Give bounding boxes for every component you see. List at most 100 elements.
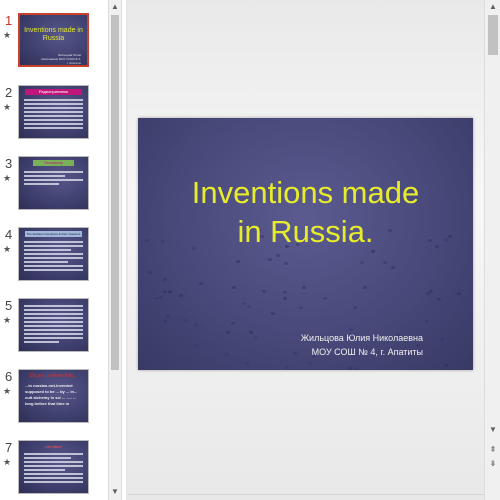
thumbnail-header: Do you believe that... (30, 373, 77, 379)
powerpoint-editor: 1 ★ Inventions made in Russia Жильцова Ю… (0, 0, 500, 500)
slide-preview: Телевизор (18, 156, 89, 210)
background-dot (230, 322, 235, 326)
scroll-up-arrow-icon[interactable]: ▲ (109, 1, 121, 13)
animation-star-icon: ★ (3, 30, 12, 40)
slide-title-line-2: in Russia. (237, 214, 374, 249)
thumbnail-header: Телевизор (33, 160, 74, 166)
scrollbar-thumb[interactable] (111, 15, 119, 370)
thumbnail-subtitle: Жильцова Юлия Николаевна МОУ СОШ № 4, г.… (41, 53, 81, 65)
background-dot (285, 365, 290, 369)
slide-number: 1 (5, 13, 13, 28)
thumbnail-title: Inventions made in Russia (24, 27, 83, 42)
animation-star-icon: ★ (3, 173, 12, 183)
background-dot (182, 319, 187, 323)
slide-thumbnail-1[interactable]: 1 ★ Inventions made in Russia Жильцова Ю… (0, 13, 108, 75)
background-dot (247, 304, 252, 308)
background-dot (254, 336, 259, 340)
scroll-down-arrow-icon[interactable]: ▼ (487, 424, 499, 436)
background-dot (282, 291, 287, 295)
background-dot (267, 258, 272, 262)
slide-thumbnail-6[interactable]: 6 ★ Do you believe that... ...in russian… (0, 369, 108, 431)
slide-preview (18, 298, 89, 352)
background-dot (231, 285, 236, 289)
background-dot (362, 285, 367, 289)
animation-star-icon: ★ (3, 386, 12, 396)
slide-number: 5 (5, 298, 13, 313)
scroll-down-arrow-icon[interactable]: ▼ (109, 486, 121, 498)
slide-subtitle[interactable]: Жильцова Юлия Николаевна МОУ СОШ № 4, г.… (301, 331, 423, 359)
scrollbar-thumb[interactable] (488, 15, 498, 55)
background-dot (282, 297, 287, 301)
slide-number: 3 (5, 156, 13, 171)
background-dot (241, 301, 246, 305)
slide-thumbnail-2[interactable]: 2 ★ Радиоприемник (0, 85, 108, 147)
background-dot (355, 366, 360, 370)
animation-star-icon: ★ (3, 102, 12, 112)
thumbnail-pane-scrollbar[interactable]: ▲ ▼ (108, 0, 122, 500)
slide-thumbnail-4[interactable]: 4 ★ The Russian inventions & their inven… (0, 227, 108, 289)
background-dot (323, 296, 328, 300)
background-dot (383, 261, 388, 265)
background-dot (162, 289, 167, 293)
background-dot (167, 289, 172, 293)
thumbnail-header: Literature (45, 444, 62, 449)
slide-number: 7 (5, 440, 13, 455)
background-dot (179, 293, 184, 297)
background-dot (193, 322, 198, 326)
background-dot (245, 361, 250, 365)
slide-preview: Inventions made in Russia Жильцова Юлия … (18, 13, 89, 67)
background-dot (347, 366, 352, 370)
scroll-up-arrow-icon[interactable]: ▲ (487, 1, 499, 13)
background-dot (235, 260, 240, 264)
slide-title-line-1: Inventions made (191, 175, 420, 210)
slide-preview: Радиоприемник (18, 85, 89, 139)
background-dot (439, 338, 444, 342)
background-dot (226, 331, 231, 335)
thumbnail-text-lines (24, 453, 83, 485)
background-dot (284, 262, 289, 266)
background-dot (198, 282, 203, 286)
background-dot (390, 265, 395, 269)
background-dot (163, 278, 168, 282)
background-dot (429, 290, 434, 294)
animation-star-icon: ★ (3, 244, 12, 254)
slide-thumbnail-3[interactable]: 3 ★ Телевизор (0, 156, 108, 218)
current-slide[interactable]: Inventions made in Russia. Жильцова Юлия… (138, 118, 473, 370)
background-dot (359, 260, 364, 264)
background-dot (353, 305, 358, 309)
school-name: МОУ СОШ № 4, г. Апатиты (311, 347, 423, 357)
background-dot (302, 286, 307, 290)
previous-slide-icon[interactable]: ⇞ (487, 444, 499, 456)
slide-number: 2 (5, 85, 13, 100)
notes-divider (128, 494, 484, 495)
background-dot (262, 289, 267, 293)
thumbnail-text-lines (24, 241, 83, 273)
author-name: Жильцова Юлия Николаевна (300, 333, 423, 343)
background-dot (159, 296, 164, 300)
background-dot (147, 270, 152, 274)
thumbnail-header: Радиоприемник (25, 89, 82, 95)
slide-thumbnail-5[interactable]: 5 ★ (0, 298, 108, 360)
slide-thumbnail-7[interactable]: 7 ★ Literature (0, 440, 108, 500)
background-dot (225, 353, 230, 357)
background-dot (163, 320, 168, 324)
background-dot (270, 312, 275, 316)
background-dot (443, 363, 448, 367)
thumbnail-text-lines (24, 305, 83, 345)
background-dot (293, 351, 298, 355)
background-dot (298, 306, 303, 310)
thumbnail-text-lines (24, 171, 83, 187)
thumbnail-body: ...in russian-not-invented supposed to b… (25, 383, 78, 406)
next-slide-icon[interactable]: ⇟ (487, 458, 499, 470)
background-dot (166, 315, 171, 319)
slide-area-scrollbar[interactable]: ▲ ▼ ⇞ ⇟ (484, 0, 500, 500)
background-dot (437, 297, 442, 301)
background-dot (193, 344, 198, 348)
slide-editing-area: Inventions made in Russia. Жильцова Юлия… (128, 0, 484, 500)
slide-thumbnail-pane: 1 ★ Inventions made in Russia Жильцова Ю… (0, 0, 108, 500)
thumbnail-text-lines (24, 99, 83, 131)
animation-star-icon: ★ (3, 457, 12, 467)
slide-title[interactable]: Inventions made in Russia. (138, 173, 473, 251)
animation-star-icon: ★ (3, 315, 12, 325)
thumbnail-header: The Russian inventions & their inventors (25, 231, 82, 237)
